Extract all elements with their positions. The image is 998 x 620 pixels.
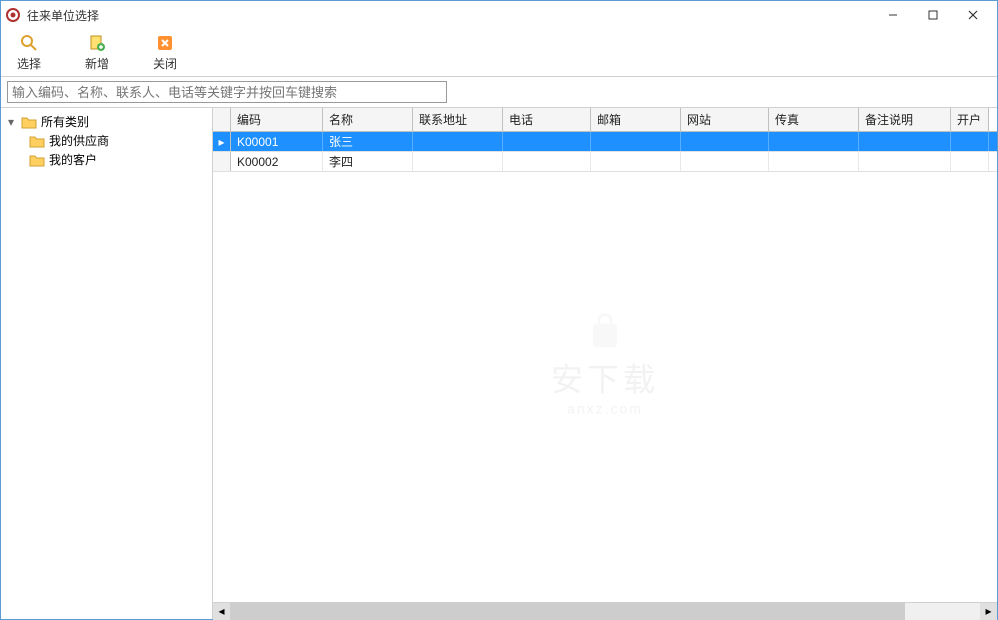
scroll-thumb[interactable] [230,603,905,620]
horizontal-scrollbar[interactable]: ◂ ▸ [213,602,997,619]
tree-item-suppliers[interactable]: 我的供应商 [1,131,212,150]
minimize-button[interactable] [873,1,913,29]
magnifier-icon [19,33,39,53]
grid-body[interactable]: ▸K00001张三K00002李四 [213,132,997,602]
column-bank[interactable]: 开户 [951,108,989,131]
cell-website [681,132,769,151]
cell-bank [951,152,989,171]
tree-label: 所有类别 [41,113,89,130]
cell-email [591,152,681,171]
cell-phone [503,152,591,171]
close-button[interactable]: 关闭 [145,31,185,74]
category-tree[interactable]: ▾ 所有类别 我的供应商 我的客户 [1,108,213,619]
scroll-right-button[interactable]: ▸ [980,603,997,620]
grid-header: 编码 名称 联系地址 电话 邮箱 网站 传真 备注说明 开户 [213,108,997,132]
cell-website [681,152,769,171]
row-indicator: ▸ [213,132,231,151]
add-file-icon [87,33,107,53]
column-email[interactable]: 邮箱 [591,108,681,131]
search-bar [1,77,997,108]
column-fax[interactable]: 传真 [769,108,859,131]
column-phone[interactable]: 电话 [503,108,591,131]
cell-note [859,132,951,151]
table-row[interactable]: ▸K00001张三 [213,132,997,152]
folder-icon [21,115,37,129]
cell-address [413,132,503,151]
folder-icon [29,134,45,148]
add-button[interactable]: 新增 [77,31,117,74]
scroll-left-button[interactable]: ◂ [213,603,230,620]
maximize-button[interactable] [913,1,953,29]
tree-root[interactable]: ▾ 所有类别 [1,112,212,131]
scroll-track[interactable] [230,603,980,620]
column-note[interactable]: 备注说明 [859,108,951,131]
cell-bank [951,132,989,151]
tree-item-customers[interactable]: 我的客户 [1,150,212,169]
cell-code: K00001 [231,132,323,151]
cell-phone [503,132,591,151]
data-grid: 编码 名称 联系地址 电话 邮箱 网站 传真 备注说明 开户 ▸K00001张三… [213,108,997,619]
cell-code: K00002 [231,152,323,171]
close-icon [155,33,175,53]
close-window-button[interactable] [953,1,993,29]
row-indicator [213,152,231,171]
tree-label: 我的供应商 [49,132,109,149]
cell-email [591,132,681,151]
cell-address [413,152,503,171]
toolbar: 选择 新增 关闭 [1,29,997,77]
folder-icon [29,153,45,167]
app-icon [5,7,21,23]
window-title: 往来单位选择 [27,7,873,24]
column-website[interactable]: 网站 [681,108,769,131]
search-input[interactable] [7,81,447,103]
cell-fax [769,132,859,151]
table-row[interactable]: K00002李四 [213,152,997,172]
cell-name: 李四 [323,152,413,171]
title-bar: 往来单位选择 [1,1,997,29]
cell-name: 张三 [323,132,413,151]
tree-label: 我的客户 [49,151,97,168]
column-address[interactable]: 联系地址 [413,108,503,131]
collapse-icon[interactable]: ▾ [5,115,17,129]
cell-fax [769,152,859,171]
column-name[interactable]: 名称 [323,108,413,131]
row-indicator-header [213,108,231,131]
column-code[interactable]: 编码 [231,108,323,131]
cell-note [859,152,951,171]
select-button[interactable]: 选择 [9,31,49,74]
